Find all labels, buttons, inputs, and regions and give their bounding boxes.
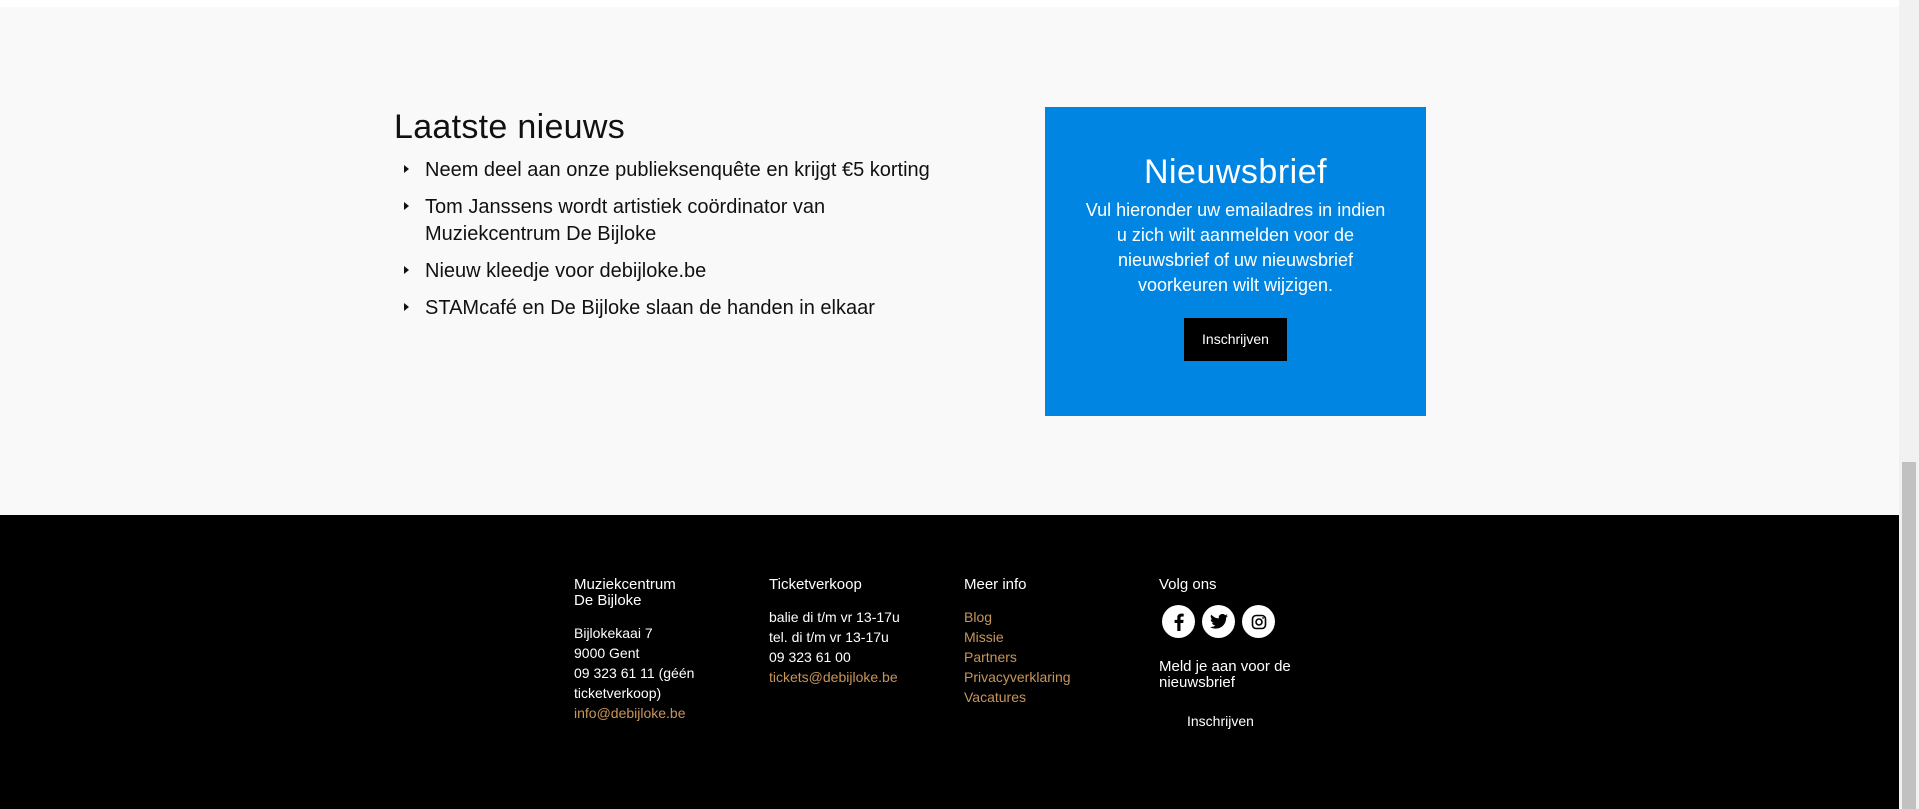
phone-line: 09 323 61 00 bbox=[769, 649, 851, 665]
footer-link-privacy[interactable]: Privacyverklaring bbox=[964, 667, 1124, 687]
social-links bbox=[1162, 605, 1339, 638]
footer-col-tickets: Ticketverkoop balie di t/m vr 13-17u tel… bbox=[769, 577, 929, 687]
footer-link-vacatures[interactable]: Vacatures bbox=[964, 687, 1124, 707]
news-item: Nieuw kleedje voor debijloke.be bbox=[394, 258, 954, 285]
title-line: Muziekcentrum bbox=[574, 576, 676, 593]
news-link[interactable]: Tom Janssens wordt artistiek coördinator… bbox=[425, 196, 825, 245]
footer-col-social: Volg ons Meld je aan voor de nieuwsbrief… bbox=[1159, 577, 1339, 731]
signup-line: Meld je aan voor de bbox=[1159, 658, 1291, 675]
news-item: Tom Janssens wordt artistiek coördinator… bbox=[394, 194, 954, 248]
footer-subscribe-button[interactable]: Inschrijven bbox=[1187, 711, 1254, 731]
phone-line: ticketverkoop) bbox=[574, 685, 662, 701]
news-link[interactable]: Neem deel aan onze publieksenquête en kr… bbox=[425, 159, 930, 181]
footer-link-blog[interactable]: Blog bbox=[964, 607, 1124, 627]
bullet-arrow-icon bbox=[404, 165, 409, 173]
newsletter-signup-text: Meld je aan voor de nieuwsbrief bbox=[1159, 659, 1339, 691]
title-line: De Bijloke bbox=[574, 592, 642, 609]
hours-line: tel. di t/m vr 13-17u bbox=[769, 629, 889, 645]
footer-link-missie[interactable]: Missie bbox=[964, 627, 1124, 647]
instagram-icon[interactable] bbox=[1242, 605, 1275, 638]
news-item: Neem deel aan onze publieksenquête en kr… bbox=[394, 157, 954, 184]
email-link[interactable]: info@debijloke.be bbox=[574, 703, 734, 723]
main-section: Laatste nieuws Neem deel aan onze publie… bbox=[0, 7, 1899, 515]
latest-news: Laatste nieuws Neem deel aan onze publie… bbox=[394, 108, 954, 332]
footer-col-title: Ticketverkoop bbox=[769, 576, 862, 593]
footer-col-title: Muziekcentrum De Bijloke bbox=[574, 577, 734, 609]
twitter-icon[interactable] bbox=[1202, 605, 1235, 638]
newsletter-box: Nieuwsbrief Vul hieronder uw emailadres … bbox=[1045, 107, 1426, 416]
news-list: Neem deel aan onze publieksenquête en kr… bbox=[394, 157, 954, 322]
address-line: Bijlokekaai 7 bbox=[574, 625, 653, 641]
bullet-arrow-icon bbox=[404, 202, 409, 210]
phone-line: 09 323 61 11 (géén bbox=[574, 665, 695, 681]
address-line: 9000 Gent bbox=[574, 645, 640, 661]
hours-line: balie di t/m vr 13-17u bbox=[769, 609, 900, 625]
news-link[interactable]: Nieuw kleedje voor debijloke.be bbox=[425, 260, 706, 282]
newsletter-subscribe-button[interactable]: Inschrijven bbox=[1184, 318, 1287, 361]
news-link[interactable]: STAMcafé en De Bijloke slaan de handen i… bbox=[425, 297, 875, 319]
bullet-arrow-icon bbox=[404, 303, 409, 311]
footer-col-title: Meer info bbox=[964, 576, 1027, 593]
signup-line: nieuwsbrief bbox=[1159, 674, 1235, 691]
top-strip bbox=[0, 0, 1899, 7]
footer-col-title: Volg ons bbox=[1159, 576, 1217, 593]
news-title: Laatste nieuws bbox=[394, 108, 626, 146]
footer-col-info: Meer info Blog Missie Partners Privacyve… bbox=[964, 577, 1124, 707]
newsletter-text: Vul hieronder uw emailadres in indien u … bbox=[1085, 200, 1386, 295]
tickets-email-link[interactable]: tickets@debijloke.be bbox=[769, 667, 929, 687]
facebook-icon[interactable] bbox=[1162, 605, 1195, 638]
footer-link-partners[interactable]: Partners bbox=[964, 647, 1124, 667]
bullet-arrow-icon bbox=[404, 266, 409, 274]
footer: Muziekcentrum De Bijloke Bijlokekaai 7 9… bbox=[0, 515, 1899, 809]
news-item: STAMcafé en De Bijloke slaan de handen i… bbox=[394, 295, 954, 322]
scrollbar-thumb[interactable] bbox=[1902, 462, 1916, 809]
newsletter-title: Nieuwsbrief bbox=[1143, 153, 1328, 191]
footer-col-contact: Muziekcentrum De Bijloke Bijlokekaai 7 9… bbox=[574, 577, 734, 723]
